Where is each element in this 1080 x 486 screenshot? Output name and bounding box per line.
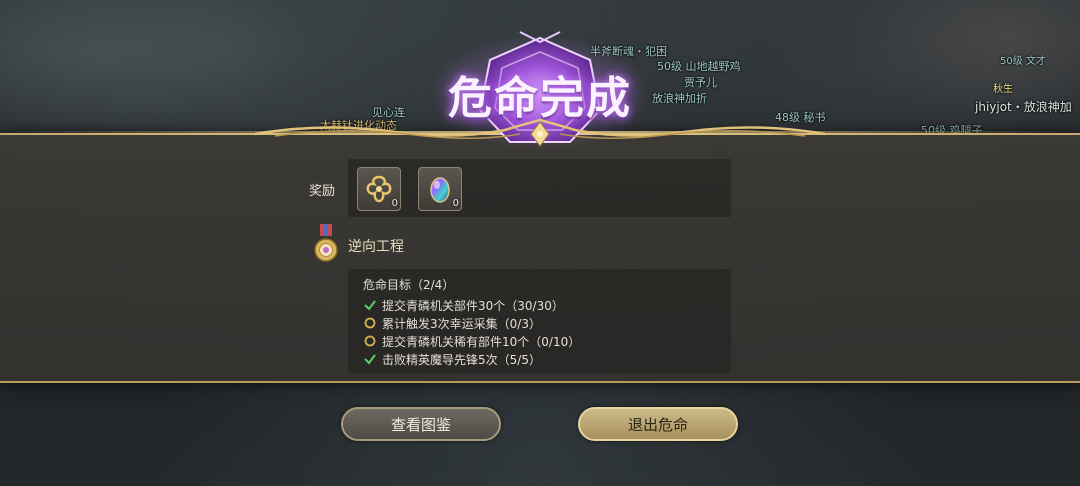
check-icon [364,354,376,365]
rewards-box [348,159,731,217]
nameplate: 50级 文才 [1000,56,1046,67]
ring-icon [364,317,376,329]
ring-icon [364,335,376,347]
nameplate: 50级 山地越野鸡 [657,60,741,73]
nameplate: 贾予儿 [684,76,717,89]
goal-item: 累计触发3次幸运采集（0/3） [363,315,541,331]
medal-icon [314,224,338,262]
goal-text: 累计触发3次幸运采集（0/3） [382,316,541,331]
banner-title: 危命完成 [448,73,632,124]
exit-button[interactable]: 退出危命 [578,407,738,441]
goal-text: 提交青磷机关部件30个（30/30） [382,298,564,313]
item-count: 0 [391,198,398,209]
goal-text: 提交青磷机关稀有部件10个（0/10） [382,334,581,349]
goal-header: 危命目标（2/4） [363,278,455,292]
nameplate: 秋生 [993,84,1013,95]
check-icon [364,300,376,311]
quest-name: 逆向工程 [348,239,404,255]
goal-item: 提交青磷机关部件30个（30/30） [363,297,564,313]
goal-item: 击败精英魔导先锋5次（5/5） [363,351,541,367]
nameplate: jhiyjot・放浪神加 [975,100,1072,114]
view-codex-button[interactable]: 查看图鉴 [341,407,501,441]
view-codex-label: 查看图鉴 [390,415,451,434]
goal-item: 提交青磷机关稀有部件10个（0/10） [363,333,580,349]
nameplate: 放浪神加折 [652,92,707,105]
background-rock [0,0,320,130]
exit-label: 退出危命 [627,415,688,434]
goal-text: 击败精英魔导先锋5次（5/5） [382,352,541,367]
rewards-label: 奖励 [309,184,336,199]
reward-item[interactable]: 0 [357,167,401,211]
item-count: 0 [452,198,459,209]
gold-ornament-icon [255,118,825,147]
reward-item[interactable]: 0 [418,167,462,211]
